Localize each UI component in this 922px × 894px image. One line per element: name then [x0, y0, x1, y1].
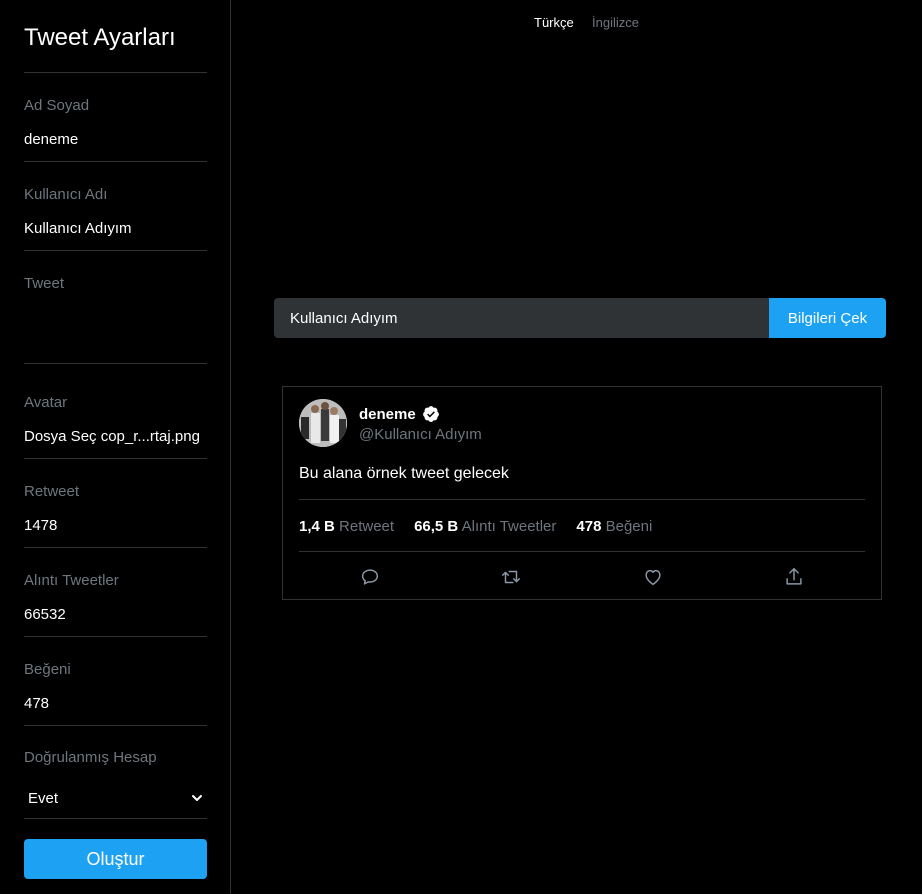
avatar-label: Avatar	[24, 394, 68, 411]
tweet-textarea[interactable]	[24, 300, 207, 356]
share-icon	[786, 568, 802, 585]
retweet-stat-label: Retweet	[339, 518, 395, 535]
retweet-icon	[502, 570, 520, 584]
retweet-button[interactable]	[498, 564, 524, 590]
like-button[interactable]	[640, 564, 666, 590]
verified-select[interactable]: Evet	[24, 782, 207, 814]
divider	[299, 499, 865, 500]
tweet-author-name: deneme	[359, 405, 416, 423]
quote-count: 66,5 B	[414, 518, 459, 535]
tweet-preview-card: deneme @Kullanıcı Adıyım Bu alana örnek …	[282, 386, 882, 600]
tweet-stats: 1,4 B Retweet 66,5 B Alıntı Tweetler 478…	[299, 518, 652, 535]
like-stat-label: Beğeni	[605, 518, 653, 535]
username-label: Kullanıcı Adı	[24, 186, 108, 203]
tweet-author-handle: @Kullanıcı Adıyım	[359, 426, 482, 443]
divider	[24, 636, 207, 637]
avatar	[299, 399, 347, 447]
fetch-info-button[interactable]: Bilgileri Çek	[769, 298, 886, 338]
divider	[24, 458, 207, 459]
verified-select-value: Evet	[28, 789, 59, 807]
fetch-username-input[interactable]: Kullanıcı Adıyım	[274, 298, 769, 338]
tweet-author-row: deneme	[359, 405, 440, 423]
tweet-label: Tweet	[24, 275, 65, 292]
tweet-actions	[299, 564, 865, 590]
language-turkish[interactable]: Türkçe	[534, 15, 574, 30]
retweet-label: Retweet	[24, 483, 80, 500]
divider	[299, 551, 865, 552]
quotes-label: Alıntı Tweetler	[24, 572, 119, 589]
quote-stat-label: Alıntı Tweetler	[461, 518, 557, 535]
divider	[24, 547, 207, 548]
fetch-bar: Kullanıcı Adıyım Bilgileri Çek	[274, 298, 886, 338]
divider	[24, 250, 207, 251]
quotes-input[interactable]: 66532	[24, 606, 207, 623]
tweet-text: Bu alana örnek tweet gelecek	[299, 465, 509, 482]
sidebar-title: Tweet Ayarları	[24, 24, 176, 51]
like-stat[interactable]: 478 Beğeni	[576, 518, 652, 535]
name-label: Ad Soyad	[24, 97, 90, 114]
likes-label: Beğeni	[24, 661, 71, 678]
avatar-file-input[interactable]: Dosya Seç cop_r...rtaj.png	[24, 428, 207, 445]
settings-sidebar: Tweet Ayarları Ad Soyad deneme Kullanıcı…	[0, 0, 231, 894]
name-input[interactable]: deneme	[24, 131, 207, 148]
language-english[interactable]: İngilizce	[592, 15, 639, 30]
divider	[24, 363, 207, 364]
chevron-down-icon	[192, 795, 202, 801]
retweet-stat[interactable]: 1,4 B Retweet	[299, 518, 394, 535]
reply-button[interactable]	[357, 564, 383, 590]
share-button[interactable]	[781, 564, 807, 590]
divider	[24, 161, 207, 162]
username-input[interactable]: Kullanıcı Adıyım	[24, 220, 207, 237]
reply-icon	[361, 569, 379, 585]
quote-stat[interactable]: 66,5 B Alıntı Tweetler	[414, 518, 556, 535]
divider	[24, 72, 207, 73]
verified-label: Doğrulanmış Hesap	[24, 749, 157, 766]
create-button[interactable]: Oluştur	[24, 839, 207, 879]
heart-icon	[645, 569, 661, 586]
retweet-input[interactable]: 1478	[24, 517, 207, 534]
divider	[24, 725, 207, 726]
verified-badge-icon	[422, 406, 439, 422]
likes-input[interactable]: 478	[24, 695, 207, 712]
like-count: 478	[576, 518, 602, 535]
divider	[24, 818, 207, 819]
retweet-count: 1,4 B	[299, 518, 335, 535]
